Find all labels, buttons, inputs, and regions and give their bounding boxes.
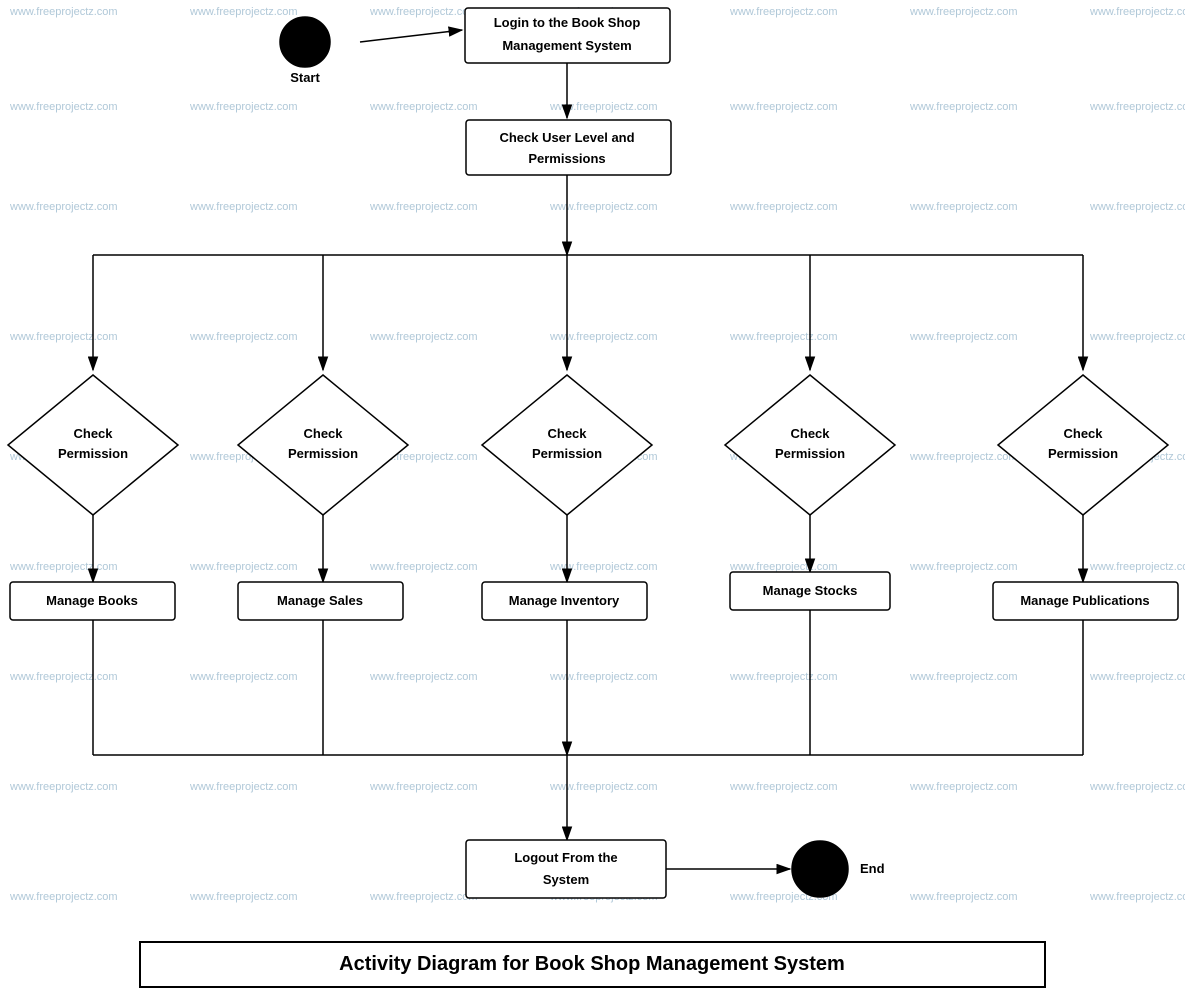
diagram-container: www.freeprojectz.com www.freeprojectz.co… [0, 0, 1185, 994]
svg-text:www.freeprojectz.com: www.freeprojectz.com [909, 451, 1018, 463]
check-perm4-text2: Permission [775, 446, 845, 461]
svg-text:www.freeprojectz.com: www.freeprojectz.com [729, 201, 838, 213]
svg-text:www.freeprojectz.com: www.freeprojectz.com [549, 781, 658, 793]
svg-text:www.freeprojectz.com: www.freeprojectz.com [369, 561, 478, 573]
start-label: Start [290, 70, 320, 85]
start-node [280, 17, 330, 67]
svg-text:www.freeprojectz.com: www.freeprojectz.com [369, 101, 478, 113]
svg-text:www.freeprojectz.com: www.freeprojectz.com [549, 331, 658, 343]
check-perm2-text2: Permission [288, 446, 358, 461]
svg-text:www.freeprojectz.com: www.freeprojectz.com [9, 101, 118, 113]
svg-text:www.freeprojectz.com: www.freeprojectz.com [729, 331, 838, 343]
svg-text:www.freeprojectz.com: www.freeprojectz.com [909, 891, 1018, 903]
svg-text:www.freeprojectz.com: www.freeprojectz.com [369, 891, 478, 903]
logout-text1: Logout From the [514, 850, 617, 865]
check-perm1-text2: Permission [58, 446, 128, 461]
wm2: www.freeprojectz.com [189, 6, 298, 18]
svg-text:www.freeprojectz.com: www.freeprojectz.com [1089, 781, 1185, 793]
svg-text:www.freeprojectz.com: www.freeprojectz.com [369, 781, 478, 793]
svg-text:www.freeprojectz.com: www.freeprojectz.com [189, 781, 298, 793]
svg-text:www.freeprojectz.com: www.freeprojectz.com [189, 201, 298, 213]
manage-publications-text: Manage Publications [1020, 593, 1149, 608]
svg-text:www.freeprojectz.com: www.freeprojectz.com [549, 671, 658, 683]
end-label: End [860, 861, 885, 876]
svg-text:www.freeprojectz.com: www.freeprojectz.com [9, 201, 118, 213]
svg-text:www.freeprojectz.com: www.freeprojectz.com [909, 671, 1018, 683]
check-permission-4 [725, 375, 895, 515]
manage-stocks-text: Manage Stocks [763, 583, 858, 598]
manage-sales-text: Manage Sales [277, 593, 363, 608]
svg-text:www.freeprojectz.com: www.freeprojectz.com [369, 201, 478, 213]
svg-text:www.freeprojectz.com: www.freeprojectz.com [1089, 891, 1185, 903]
check-perm1-text1: Check [73, 426, 113, 441]
check-user-text2: Permissions [528, 151, 605, 166]
svg-text:www.freeprojectz.com: www.freeprojectz.com [9, 781, 118, 793]
wm7: www.freeprojectz.com [1089, 6, 1185, 18]
svg-text:www.freeprojectz.com: www.freeprojectz.com [189, 101, 298, 113]
check-perm5-text1: Check [1063, 426, 1103, 441]
wm1: www.freeprojectz.com [9, 6, 118, 18]
svg-text:www.freeprojectz.com: www.freeprojectz.com [729, 101, 838, 113]
svg-text:www.freeprojectz.com: www.freeprojectz.com [549, 561, 658, 573]
wm5: www.freeprojectz.com [729, 6, 838, 18]
svg-text:www.freeprojectz.com: www.freeprojectz.com [189, 561, 298, 573]
wm6: www.freeprojectz.com [909, 6, 1018, 18]
svg-text:www.freeprojectz.com: www.freeprojectz.com [189, 891, 298, 903]
manage-inventory-text: Manage Inventory [509, 593, 620, 608]
check-permission-2 [238, 375, 408, 515]
svg-text:www.freeprojectz.com: www.freeprojectz.com [729, 781, 838, 793]
activity-diagram: www.freeprojectz.com www.freeprojectz.co… [0, 0, 1185, 994]
svg-text:www.freeprojectz.com: www.freeprojectz.com [369, 331, 478, 343]
svg-text:www.freeprojectz.com: www.freeprojectz.com [729, 671, 838, 683]
logout-node [466, 840, 666, 898]
diagram-title: Activity Diagram for Book Shop Managemen… [339, 953, 845, 975]
check-user-text1: Check User Level and [499, 130, 634, 145]
svg-text:www.freeprojectz.com: www.freeprojectz.com [909, 561, 1018, 573]
svg-text:www.freeprojectz.com: www.freeprojectz.com [9, 561, 118, 573]
svg-text:www.freeprojectz.com: www.freeprojectz.com [909, 781, 1018, 793]
check-user-level-node [466, 120, 671, 175]
check-perm3-text2: Permission [532, 446, 602, 461]
check-perm3-text1: Check [547, 426, 587, 441]
end-node [792, 841, 848, 897]
svg-text:www.freeprojectz.com: www.freeprojectz.com [1089, 671, 1185, 683]
arrow-start-to-login [360, 30, 462, 42]
wm3: www.freeprojectz.com [369, 6, 478, 18]
svg-text:www.freeprojectz.com: www.freeprojectz.com [189, 331, 298, 343]
svg-text:www.freeprojectz.com: www.freeprojectz.com [1089, 101, 1185, 113]
svg-text:www.freeprojectz.com: www.freeprojectz.com [9, 891, 118, 903]
svg-text:www.freeprojectz.com: www.freeprojectz.com [729, 561, 838, 573]
svg-text:www.freeprojectz.com: www.freeprojectz.com [1089, 331, 1185, 343]
login-text-line1: Login to the Book Shop [494, 15, 641, 30]
logout-text2: System [543, 872, 589, 887]
svg-text:www.freeprojectz.com: www.freeprojectz.com [909, 101, 1018, 113]
login-text-line2: Management System [502, 38, 631, 53]
svg-text:www.freeprojectz.com: www.freeprojectz.com [189, 671, 298, 683]
check-perm2-text1: Check [303, 426, 343, 441]
check-permission-3 [482, 375, 652, 515]
check-permission-5 [998, 375, 1168, 515]
svg-text:www.freeprojectz.com: www.freeprojectz.com [1089, 561, 1185, 573]
check-perm5-text2: Permission [1048, 446, 1118, 461]
check-perm4-text1: Check [790, 426, 830, 441]
svg-text:www.freeprojectz.com: www.freeprojectz.com [369, 671, 478, 683]
svg-text:www.freeprojectz.com: www.freeprojectz.com [549, 101, 658, 113]
svg-text:www.freeprojectz.com: www.freeprojectz.com [549, 201, 658, 213]
svg-text:www.freeprojectz.com: www.freeprojectz.com [1089, 201, 1185, 213]
svg-text:www.freeprojectz.com: www.freeprojectz.com [909, 201, 1018, 213]
manage-books-text: Manage Books [46, 593, 138, 608]
check-permission-1 [8, 375, 178, 515]
svg-text:www.freeprojectz.com: www.freeprojectz.com [9, 331, 118, 343]
svg-text:www.freeprojectz.com: www.freeprojectz.com [9, 671, 118, 683]
svg-text:www.freeprojectz.com: www.freeprojectz.com [909, 331, 1018, 343]
